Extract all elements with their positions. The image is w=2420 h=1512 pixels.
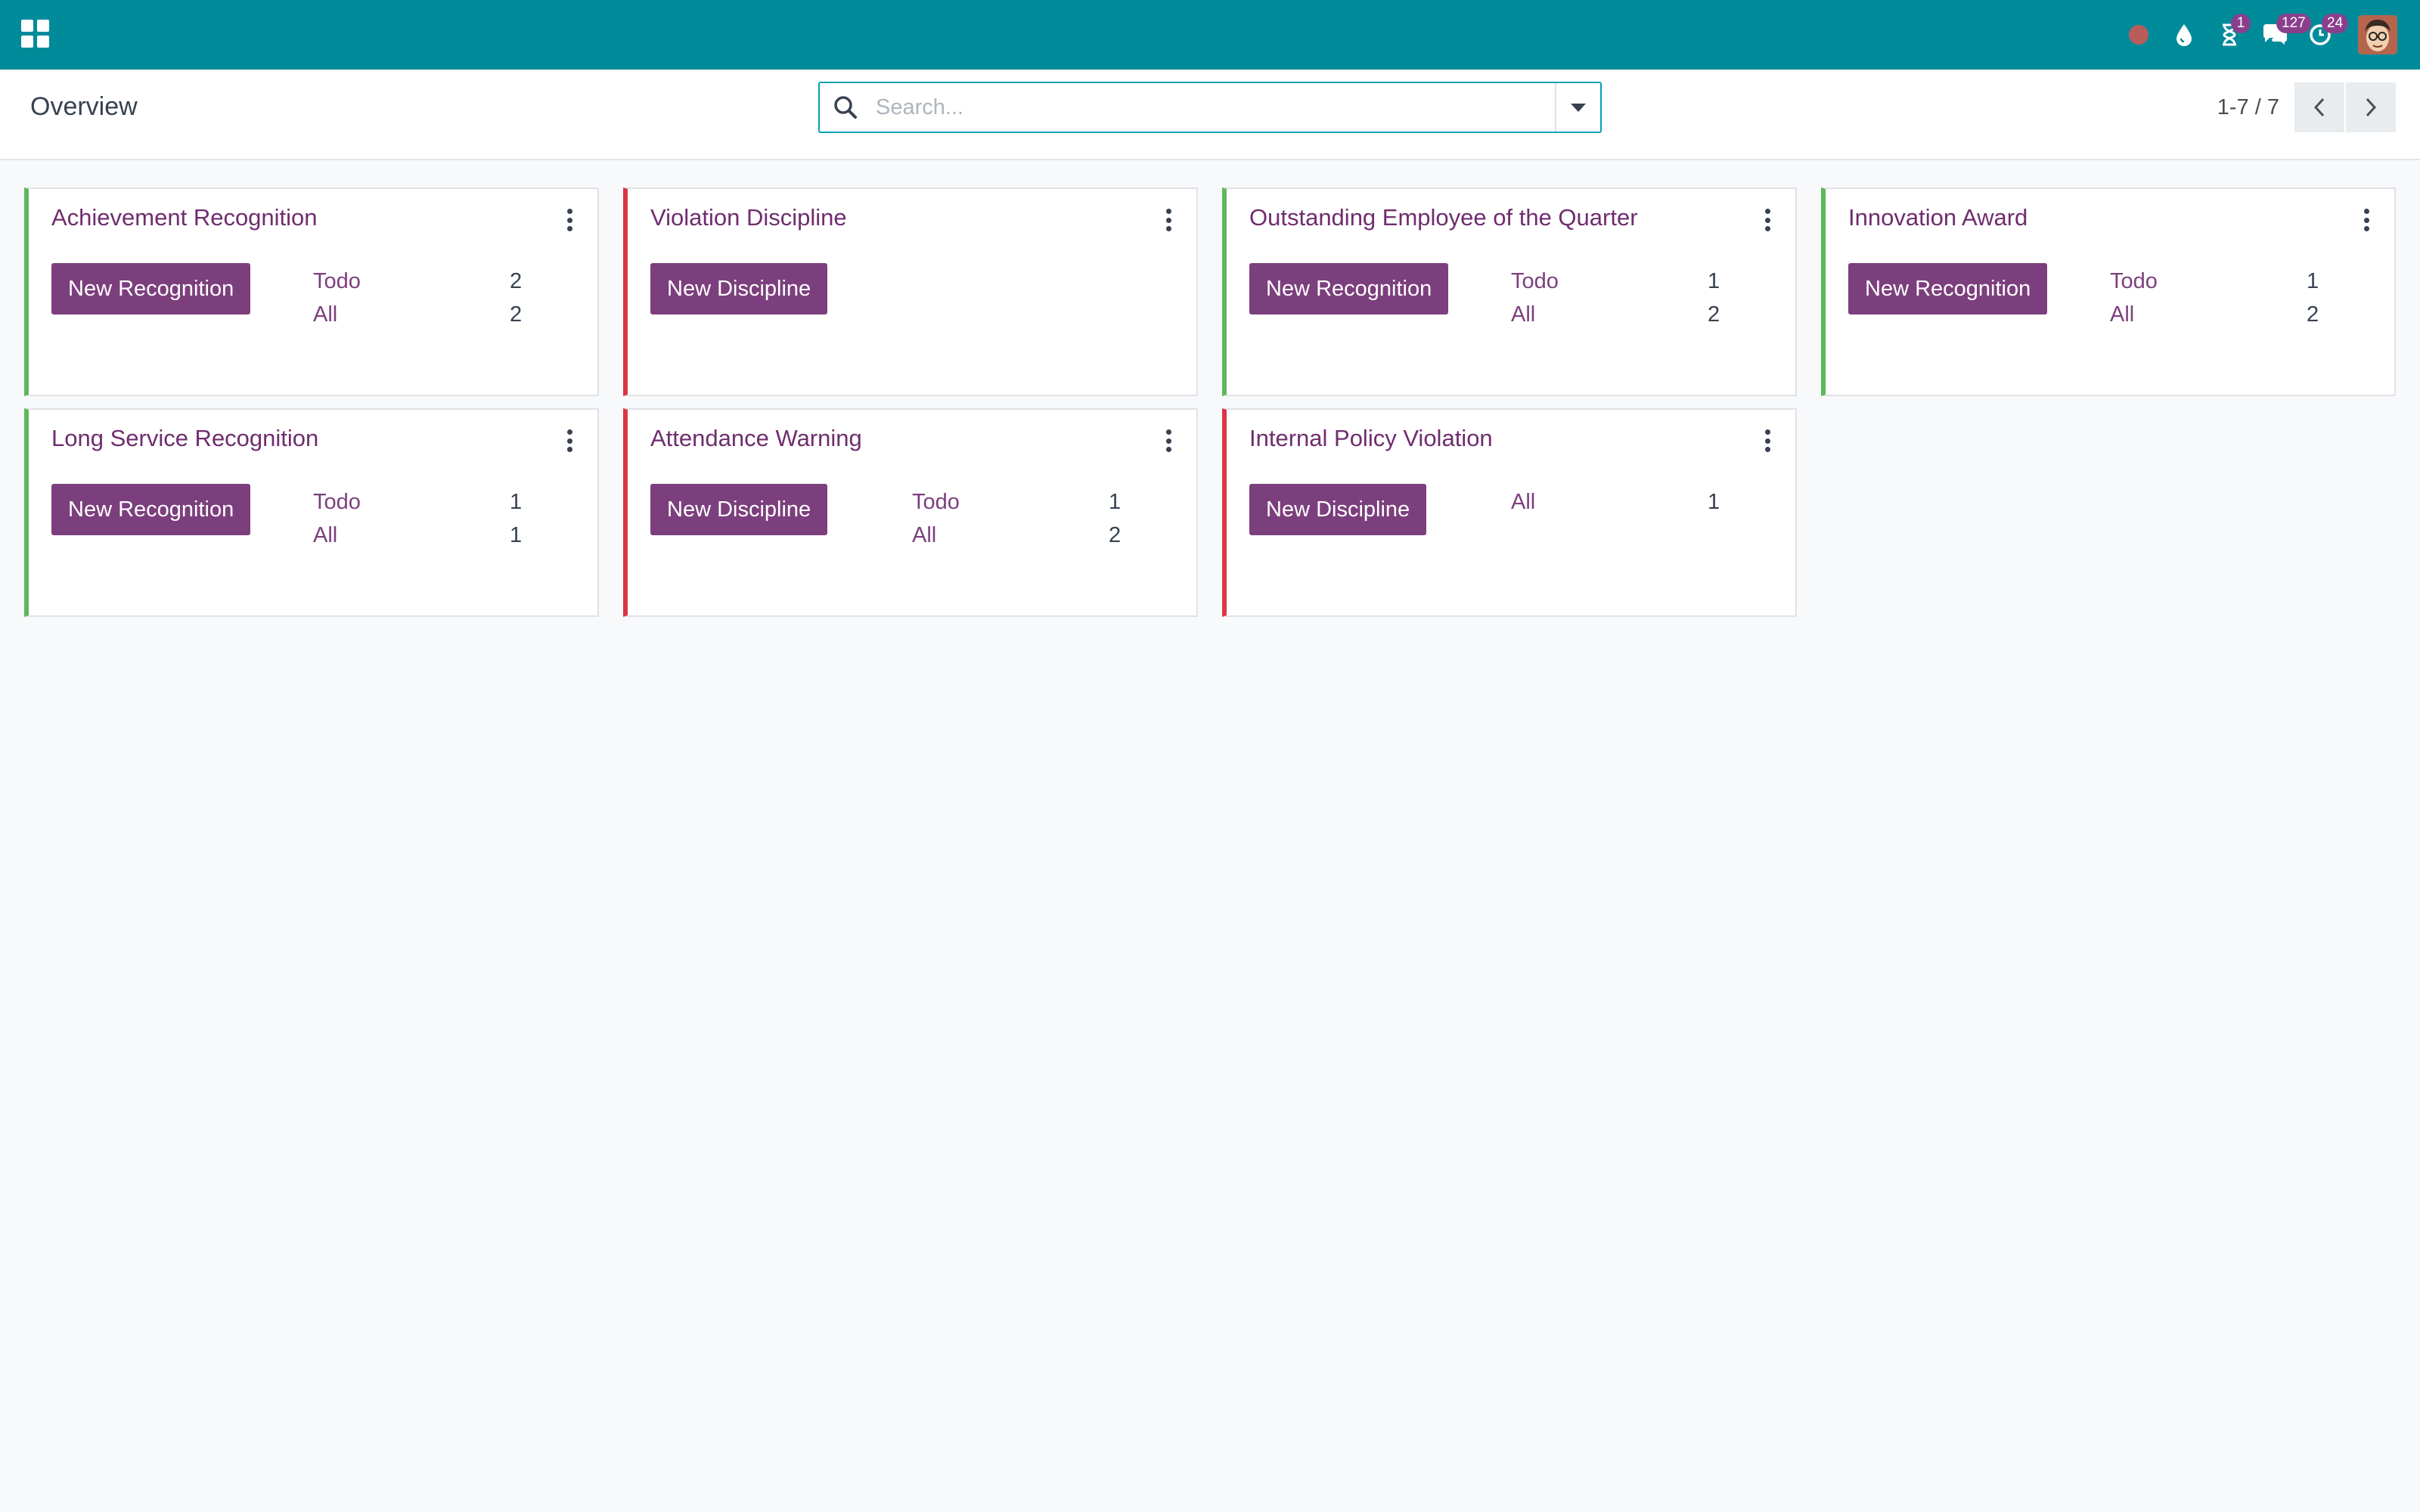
kebab-menu-icon[interactable] — [1163, 429, 1174, 452]
kanban-card: Outstanding Employee of the Quarter New … — [1222, 187, 1797, 396]
kanban-card: Achievement Recognition New Recognition … — [24, 187, 599, 396]
kebab-menu-icon[interactable] — [1762, 209, 1773, 231]
stat-label: All — [1511, 302, 1536, 327]
stat-value: 2 — [1109, 522, 1122, 547]
new-recognition-button[interactable]: New Recognition — [51, 484, 251, 535]
water-drop-button[interactable] — [2161, 0, 2207, 70]
recording-indicator[interactable] — [2116, 0, 2161, 70]
card-title[interactable]: Attendance Warning — [650, 425, 862, 452]
stat-value: 1 — [510, 489, 523, 514]
card-stats: Todo 2 All 2 — [313, 265, 540, 331]
activity-clock-badge: 24 — [2322, 14, 2349, 33]
new-discipline-button[interactable]: New Discipline — [1249, 484, 1427, 535]
search-bar — [818, 82, 1602, 133]
stat-label: Todo — [313, 489, 361, 514]
stat-row-todo[interactable]: Todo 1 — [1511, 265, 1738, 298]
card-stats: All 1 — [1511, 485, 1738, 519]
kebab-menu-icon[interactable] — [2361, 209, 2372, 231]
stat-row-todo[interactable]: Todo 1 — [2110, 265, 2337, 298]
stat-label: All — [1511, 489, 1536, 514]
pager-next-button[interactable] — [2346, 82, 2396, 132]
kanban-card: Violation Discipline New Discipline — [623, 187, 1198, 396]
recording-dot-icon — [2129, 25, 2149, 45]
kebab-menu-icon[interactable] — [564, 429, 575, 452]
new-recognition-button[interactable]: New Recognition — [51, 263, 251, 314]
stat-value: 2 — [1708, 302, 1720, 327]
stat-label: All — [313, 302, 338, 327]
stat-value: 2 — [2307, 302, 2319, 327]
stat-row-all[interactable]: All 2 — [313, 298, 540, 331]
stat-row-todo[interactable]: Todo 1 — [912, 485, 1139, 519]
new-discipline-button[interactable]: New Discipline — [650, 484, 828, 535]
kebab-menu-icon[interactable] — [1762, 429, 1773, 452]
stat-row-all[interactable]: All 2 — [2110, 298, 2337, 331]
stat-row-all[interactable]: All 1 — [1511, 485, 1738, 519]
activities-badge: 1 — [2231, 14, 2251, 33]
card-stats: Todo 1 All 2 — [1511, 265, 1738, 331]
new-recognition-button[interactable]: New Recognition — [1249, 263, 1449, 314]
pager-previous-button[interactable] — [2294, 82, 2344, 132]
stat-value: 2 — [510, 268, 523, 293]
messaging-button[interactable]: 127 — [2252, 0, 2311, 70]
top-navbar: 1 127 24 — [0, 0, 2420, 70]
kanban-view: Achievement Recognition New Recognition … — [24, 187, 2396, 617]
activities-button[interactable]: 1 — [2207, 0, 2252, 70]
kebab-menu-icon[interactable] — [564, 209, 575, 231]
stat-label: Todo — [2110, 268, 2158, 293]
stat-value: 1 — [510, 522, 523, 547]
activity-clock-button[interactable]: 24 — [2297, 0, 2349, 70]
search-options-toggle[interactable] — [1555, 83, 1600, 132]
card-stats: Todo 1 All 2 — [912, 485, 1139, 552]
card-title[interactable]: Violation Discipline — [650, 204, 847, 231]
stat-label: Todo — [313, 268, 361, 293]
card-title[interactable]: Achievement Recognition — [51, 204, 318, 231]
stat-row-all[interactable]: All 2 — [912, 519, 1139, 552]
card-title[interactable]: Internal Policy Violation — [1249, 425, 1493, 452]
chevron-left-icon — [2313, 98, 2325, 117]
card-stats: Todo 1 All 1 — [313, 485, 540, 552]
stat-label: Todo — [1511, 268, 1559, 293]
page-title: Overview — [30, 92, 138, 121]
card-title[interactable]: Innovation Award — [1848, 204, 2028, 231]
new-recognition-button[interactable]: New Recognition — [1848, 263, 2048, 314]
kanban-card: Internal Policy Violation New Discipline… — [1222, 408, 1797, 617]
water-drop-icon — [2176, 24, 2192, 46]
stat-label: All — [912, 522, 937, 547]
pager-value[interactable]: 1-7 / 7 — [2217, 95, 2279, 120]
card-stats: Todo 1 All 2 — [2110, 265, 2337, 331]
stat-value: 1 — [1708, 268, 1720, 293]
card-title[interactable]: Long Service Recognition — [51, 425, 318, 452]
search-input[interactable] — [876, 89, 1541, 125]
stat-label: Todo — [912, 489, 960, 514]
control-panel: Overview 1-7 / 7 — [0, 70, 2420, 160]
stat-label: All — [2110, 302, 2135, 327]
user-avatar[interactable] — [2358, 15, 2397, 54]
systray: 1 127 24 — [2116, 0, 2397, 70]
stat-row-all[interactable]: All 1 — [313, 519, 540, 552]
kanban-card: Long Service Recognition New Recognition… — [24, 408, 599, 617]
new-discipline-button[interactable]: New Discipline — [650, 263, 828, 314]
kanban-card: Innovation Award New Recognition Todo 1 … — [1821, 187, 2396, 396]
stat-row-todo[interactable]: Todo 1 — [313, 485, 540, 519]
chevron-right-icon — [2366, 98, 2377, 117]
kanban-card: Attendance Warning New Discipline Todo 1… — [623, 408, 1198, 617]
caret-down-icon — [1571, 103, 1586, 112]
stat-value: 1 — [2307, 268, 2319, 293]
stat-value: 1 — [1109, 489, 1122, 514]
kebab-menu-icon[interactable] — [1163, 209, 1174, 231]
stat-value: 2 — [510, 302, 523, 327]
stat-row-all[interactable]: All 2 — [1511, 298, 1738, 331]
stat-row-todo[interactable]: Todo 2 — [313, 265, 540, 298]
stat-label: All — [313, 522, 338, 547]
stat-value: 1 — [1708, 489, 1720, 514]
card-title[interactable]: Outstanding Employee of the Quarter — [1249, 204, 1638, 231]
apps-grid-icon[interactable] — [21, 20, 50, 48]
pager: 1-7 / 7 — [2217, 82, 2396, 133]
search-icon[interactable] — [832, 94, 859, 121]
